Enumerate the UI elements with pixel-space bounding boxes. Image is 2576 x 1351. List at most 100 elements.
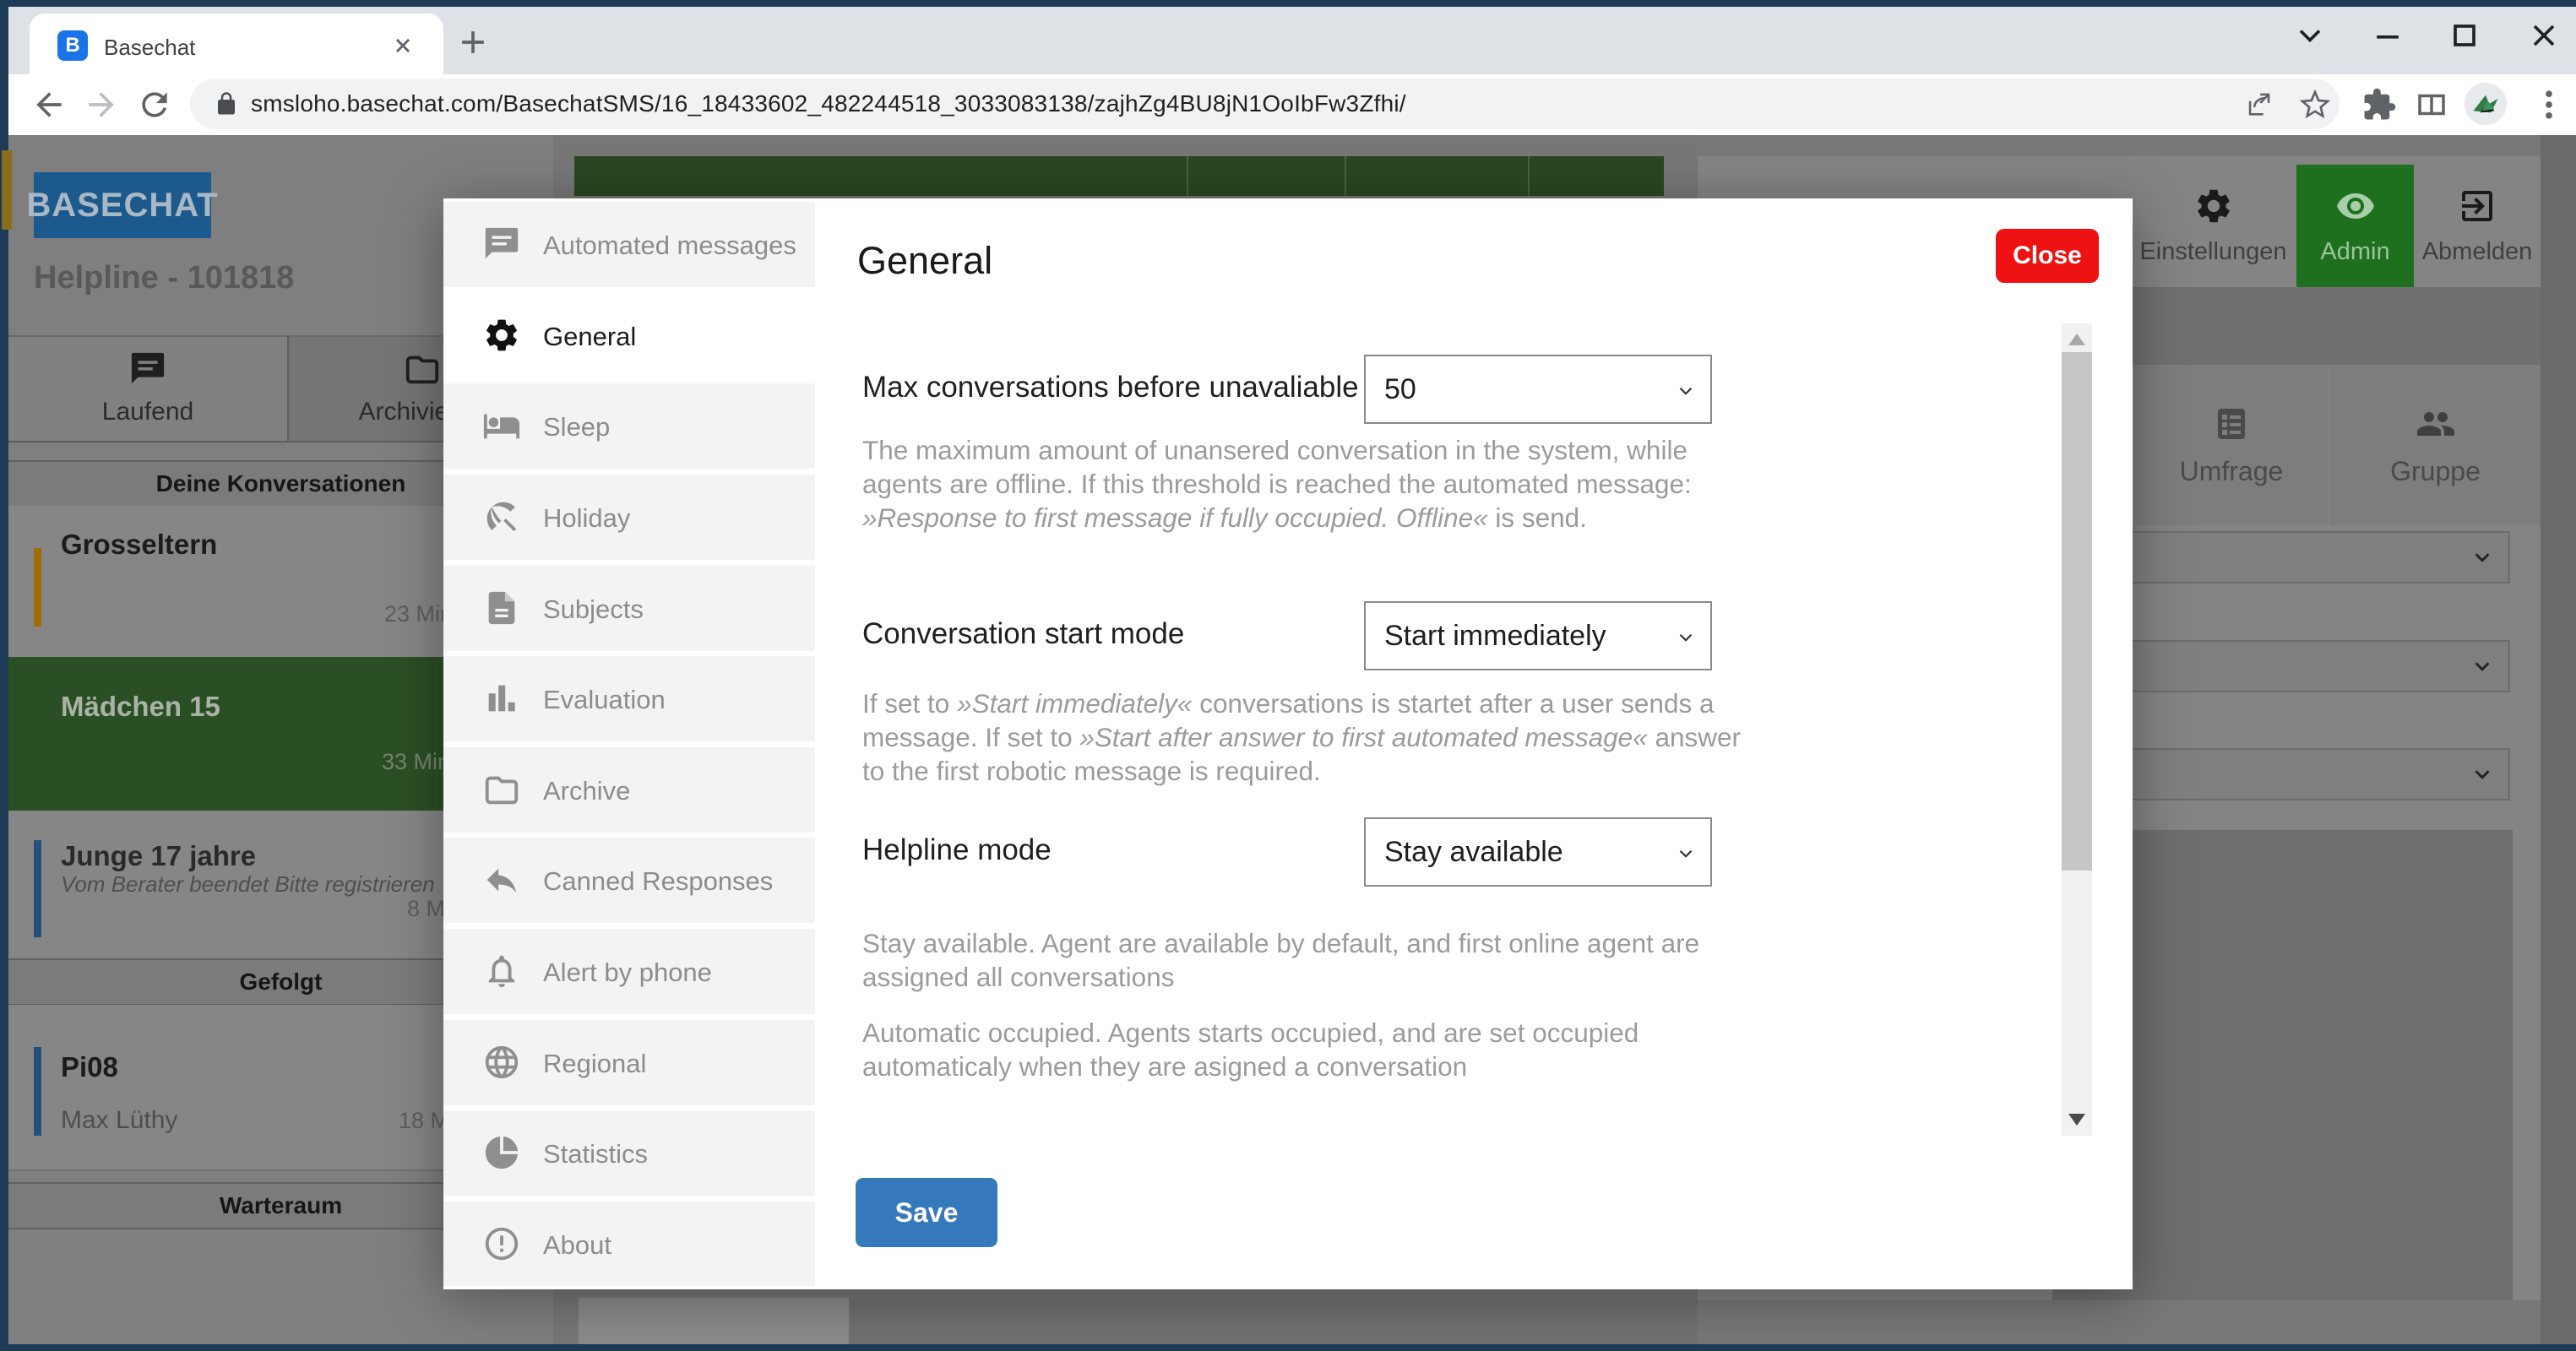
- reply-icon: [482, 860, 521, 899]
- modal-nav-automated-messages[interactable]: Automated messages: [443, 202, 815, 287]
- button-abmelden[interactable]: Abmelden: [2414, 165, 2541, 287]
- save-button[interactable]: Save: [856, 1178, 997, 1247]
- window-close-button[interactable]: [2525, 17, 2562, 54]
- globe-icon: [482, 1043, 521, 1082]
- side-panel-icon[interactable]: [2414, 87, 2449, 122]
- modal-nav-archive[interactable]: Archive: [443, 747, 815, 833]
- url-bar[interactable]: smsloho.basechat.com/BasechatSMS/16_1843…: [190, 79, 2340, 129]
- titlebar: B Basechat: [8, 7, 2576, 74]
- tab-title: Basechat: [104, 35, 196, 60]
- logout-icon: [2457, 186, 2497, 226]
- browser-window: B Basechat smsloho.basechat.com/Basechat…: [0, 0, 2576, 1351]
- scrollbar-thumb[interactable]: [2062, 352, 2092, 871]
- browser-menu-kebab-icon[interactable]: [2530, 86, 2568, 123]
- conversation-start-mode-select[interactable]: Start immediately: [1364, 601, 1712, 670]
- accent-bar: [34, 548, 41, 627]
- bookmark-star-icon[interactable]: [2300, 90, 2330, 120]
- button-admin-active[interactable]: Admin: [2296, 165, 2414, 287]
- share-icon[interactable]: [2244, 90, 2273, 119]
- modal-nav-subjects[interactable]: Subjects: [443, 566, 815, 651]
- folder-icon: [482, 770, 521, 809]
- window-frame-bottom: [0, 1344, 2576, 1351]
- button-einstellungen[interactable]: Einstellungen: [2130, 165, 2296, 287]
- field-label-max-conversations: Max conversations before unavaliable: [862, 371, 1359, 404]
- lock-icon: [214, 91, 239, 117]
- document-icon: [482, 589, 521, 627]
- eye-icon: [2335, 186, 2376, 226]
- modal-scrollbar[interactable]: [2062, 323, 2092, 1136]
- tab-gruppe[interactable]: Gruppe: [2330, 365, 2541, 525]
- pie-icon: [482, 1133, 521, 1172]
- helpline-mode-select[interactable]: Stay available: [1364, 817, 1712, 887]
- chevron-down-icon: [1675, 627, 1697, 648]
- umbrella-icon: [482, 497, 521, 536]
- settings-modal: Automated messages General Sleep Holiday: [443, 198, 2133, 1289]
- folder-icon: [403, 350, 442, 388]
- url-text: smsloho.basechat.com/BasechatSMS/16_1843…: [251, 90, 1406, 117]
- favicon: B: [57, 30, 88, 61]
- modal-nav-evaluation[interactable]: Evaluation: [443, 656, 815, 741]
- chevron-down-icon: [2470, 654, 2495, 679]
- modal-nav-canned-responses[interactable]: Canned Responses: [443, 838, 815, 923]
- bed-icon: [482, 406, 521, 445]
- scroll-up-arrow-icon[interactable]: [2068, 334, 2085, 345]
- accent-bar: [34, 840, 41, 937]
- info-icon: [482, 1224, 521, 1263]
- window-maximize-button[interactable]: [2446, 17, 2483, 54]
- modal-title: General: [857, 239, 993, 282]
- field-label-conversation-start-mode: Conversation start mode: [862, 617, 1185, 650]
- modal-nav-holiday[interactable]: Holiday: [443, 475, 815, 560]
- window-menu-chevron-icon[interactable]: [2291, 17, 2329, 54]
- page-content-dimmed: BASECHAT Helpline - 101818 Laufend Archi…: [0, 135, 2576, 1344]
- help-helpline-mode-stay-available: Stay available. Agent are available by d…: [862, 928, 1700, 992]
- ballot-icon: [2211, 404, 2252, 444]
- new-tab-button[interactable]: [454, 24, 492, 61]
- accent-bar: [34, 1047, 41, 1136]
- help-conversation-start-mode: If set to »Start immediately« conversati…: [862, 688, 1741, 786]
- back-icon[interactable]: [30, 86, 68, 123]
- field-label-helpline-mode: Helpline mode: [862, 833, 1052, 866]
- page-scrollbar-dimmed[interactable]: [2541, 135, 2576, 1344]
- window-frame-top: [0, 0, 2576, 7]
- help-max-conversations: The maximum amount of unansered conversa…: [862, 435, 1692, 533]
- modal-nav-about[interactable]: About: [443, 1202, 815, 1286]
- helpline-title: Helpline - 101818: [34, 260, 295, 296]
- chevron-down-icon: [2470, 545, 2495, 570]
- chat-icon: [128, 350, 167, 388]
- conversation-time: 23 Min: [384, 601, 454, 627]
- chevron-down-icon: [2470, 762, 2495, 787]
- gear-icon: [482, 316, 521, 355]
- left-edge-fragment: [2, 150, 12, 230]
- chat-footer-dimmed: [849, 1298, 1698, 1344]
- modal-nav-sleep[interactable]: Sleep: [443, 383, 815, 469]
- browser-toolbar: smsloho.basechat.com/BasechatSMS/16_1843…: [8, 74, 2576, 135]
- gear-icon: [2193, 186, 2234, 226]
- barchart-icon: [482, 679, 521, 718]
- scroll-down-arrow-icon[interactable]: [2068, 1114, 2085, 1126]
- conversation-time: 33 Min: [382, 749, 451, 774]
- tab-close-icon[interactable]: [389, 31, 417, 60]
- forward-icon[interactable]: [83, 86, 120, 123]
- reload-icon[interactable]: [136, 86, 173, 123]
- modal-nav-alert-by-phone[interactable]: Alert by phone: [443, 929, 815, 1014]
- chat-icon: [482, 225, 521, 263]
- tab-laufend[interactable]: Laufend: [8, 335, 287, 442]
- tab-umfrage[interactable]: Umfrage: [2134, 365, 2329, 525]
- chevron-down-icon: [1675, 843, 1697, 865]
- window-minimize-button[interactable]: [2369, 17, 2406, 54]
- modal-nav-statistics[interactable]: Statistics: [443, 1110, 815, 1196]
- close-button[interactable]: Close: [1996, 229, 2099, 283]
- extensions-puzzle-icon[interactable]: [2361, 87, 2397, 122]
- chat-input-dimmed: [579, 1298, 849, 1344]
- people-icon: [2416, 404, 2456, 444]
- bell-icon: [482, 952, 521, 990]
- help-helpline-mode-automatic-occupied: Automatic occupied. Agents starts occupi…: [862, 1017, 1639, 1082]
- max-conversations-select[interactable]: 50: [1364, 355, 1712, 424]
- basechat-logo: BASECHAT: [26, 172, 218, 238]
- profile-avatar[interactable]: [2465, 83, 2507, 125]
- browser-tab[interactable]: B Basechat: [30, 14, 443, 74]
- modal-nav-regional[interactable]: Regional: [443, 1020, 815, 1105]
- chevron-down-icon: [1675, 380, 1697, 402]
- modal-nav-general[interactable]: General: [443, 293, 815, 378]
- chat-header-bar: [574, 156, 1664, 196]
